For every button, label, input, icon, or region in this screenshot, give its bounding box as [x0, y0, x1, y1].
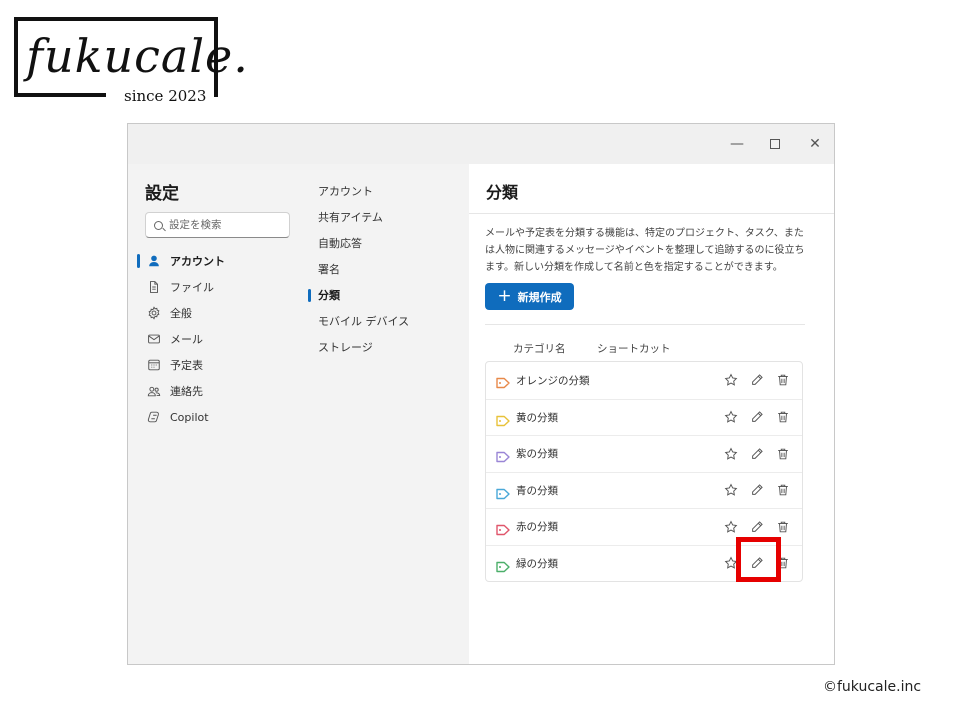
people-icon	[146, 383, 162, 399]
search-input[interactable]	[169, 219, 279, 231]
tag-icon	[496, 412, 510, 426]
settings-nav: アカウント ファイル 全般 メール 予定表 連絡先 Copilot	[136, 248, 296, 430]
tag-icon	[496, 374, 510, 389]
favorite-star-icon[interactable]	[723, 519, 739, 535]
subnav-item-mobile[interactable]: モバイル デバイス	[308, 308, 458, 334]
file-icon	[146, 279, 162, 295]
close-button[interactable]: ✕	[804, 133, 826, 155]
favorite-star-icon[interactable]	[723, 446, 739, 462]
edit-pencil-icon[interactable]	[749, 482, 765, 498]
maximize-icon	[770, 139, 780, 149]
nav-item-label: 連絡先	[170, 385, 203, 398]
plus-icon: +	[497, 286, 512, 306]
panel-description: メールや予定表を分類する機能は、特定のプロジェクト、タスク、または人物に関連する…	[485, 228, 805, 273]
category-name: 緑の分類	[516, 557, 558, 570]
category-row[interactable]: 緑の分類	[486, 544, 802, 582]
tag-icon	[496, 521, 510, 536]
subnav-item-categories[interactable]: 分類	[308, 282, 458, 308]
nav-item-general[interactable]: 全般	[136, 300, 296, 326]
edit-pencil-icon[interactable]	[749, 446, 765, 462]
logo-frame-bottom	[14, 93, 106, 97]
logo-text: fukucale.	[26, 29, 249, 83]
favorite-star-icon[interactable]	[723, 555, 739, 571]
brand-logo: fukucale. since 2023	[14, 17, 248, 105]
title-bar: — ✕	[128, 124, 834, 164]
nav-item-copilot[interactable]: Copilot	[136, 404, 296, 430]
category-name: 黄の分類	[516, 411, 558, 424]
subnav-item-signature[interactable]: 署名	[308, 256, 458, 282]
nav-item-label: メール	[170, 333, 203, 346]
category-name: 紫の分類	[516, 448, 558, 461]
favorite-star-icon[interactable]	[723, 482, 739, 498]
nav-item-calendar[interactable]: 予定表	[136, 352, 296, 378]
category-row[interactable]: 紫の分類	[486, 435, 802, 472]
favorite-star-icon[interactable]	[723, 372, 739, 388]
search-icon	[154, 220, 163, 230]
nav-item-account[interactable]: アカウント	[136, 248, 296, 274]
edit-pencil-icon[interactable]	[749, 555, 765, 571]
tag-icon	[496, 485, 510, 499]
subnav-item-auto-reply[interactable]: 自動応答	[308, 230, 458, 256]
edit-pencil-icon[interactable]	[749, 519, 765, 535]
nav-item-label: アカウント	[170, 255, 225, 268]
gear-icon	[146, 305, 162, 321]
minimize-button[interactable]: —	[726, 133, 748, 155]
tag-icon	[496, 558, 510, 572]
category-row[interactable]: 黄の分類	[486, 398, 802, 436]
nav-item-label: 予定表	[170, 359, 203, 372]
categories-panel: 分類 メールや予定表を分類する機能は、特定のプロジェクト、タスク、または人物に関…	[469, 164, 834, 664]
favorite-star-icon[interactable]	[723, 409, 739, 425]
category-row[interactable]: オレンジの分類	[486, 362, 802, 399]
category-row[interactable]: 赤の分類	[486, 508, 802, 545]
delete-trash-icon[interactable]	[775, 482, 791, 498]
account-subnav: アカウント 共有アイテム 自動応答 署名 分類 モバイル デバイス ストレージ	[308, 178, 458, 360]
delete-trash-icon[interactable]	[775, 519, 791, 535]
nav-item-label: 全般	[170, 307, 192, 320]
nav-item-files[interactable]: ファイル	[136, 274, 296, 300]
nav-item-contacts[interactable]: 連絡先	[136, 378, 296, 404]
nav-item-label: Copilot	[170, 410, 209, 424]
settings-window: — ✕ 設定 アカウント ファイル 全般	[127, 123, 835, 665]
subnav-item-shared[interactable]: 共有アイテム	[308, 204, 458, 230]
nav-item-mail[interactable]: メール	[136, 326, 296, 352]
column-header-category: カテゴリ名	[513, 343, 566, 355]
tag-icon	[496, 448, 510, 463]
category-name: オレンジの分類	[516, 374, 590, 387]
settings-search[interactable]	[145, 212, 290, 238]
delete-trash-icon[interactable]	[775, 446, 791, 462]
nav-item-label: ファイル	[170, 281, 214, 294]
delete-trash-icon[interactable]	[775, 555, 791, 571]
new-category-button[interactable]: + 新規作成	[485, 283, 574, 310]
delete-trash-icon[interactable]	[775, 372, 791, 388]
subnav-item-accounts[interactable]: アカウント	[308, 178, 458, 204]
category-name: 赤の分類	[516, 521, 558, 534]
new-category-label: 新規作成	[517, 290, 562, 304]
divider	[469, 213, 834, 214]
subnav-item-storage[interactable]: ストレージ	[308, 334, 458, 360]
column-header-shortcut: ショートカット	[597, 343, 671, 355]
edit-pencil-icon[interactable]	[749, 409, 765, 425]
logo-since: since 2023	[124, 87, 207, 105]
edit-pencil-icon[interactable]	[749, 372, 765, 388]
maximize-button[interactable]	[764, 133, 786, 155]
delete-trash-icon[interactable]	[775, 409, 791, 425]
mail-icon	[146, 331, 162, 347]
category-row[interactable]: 青の分類	[486, 471, 802, 509]
category-name: 青の分類	[516, 484, 558, 497]
copyright: ©fukucale.inc	[823, 679, 922, 695]
person-icon	[146, 253, 162, 269]
copilot-icon	[146, 409, 162, 425]
page-title: 分類	[486, 183, 519, 202]
settings-title: 設定	[145, 184, 179, 204]
category-list: オレンジの分類 黄の分類紫の分類青の分類赤の分類緑の分類	[485, 361, 803, 582]
divider	[485, 324, 805, 325]
calendar-icon	[146, 357, 162, 373]
